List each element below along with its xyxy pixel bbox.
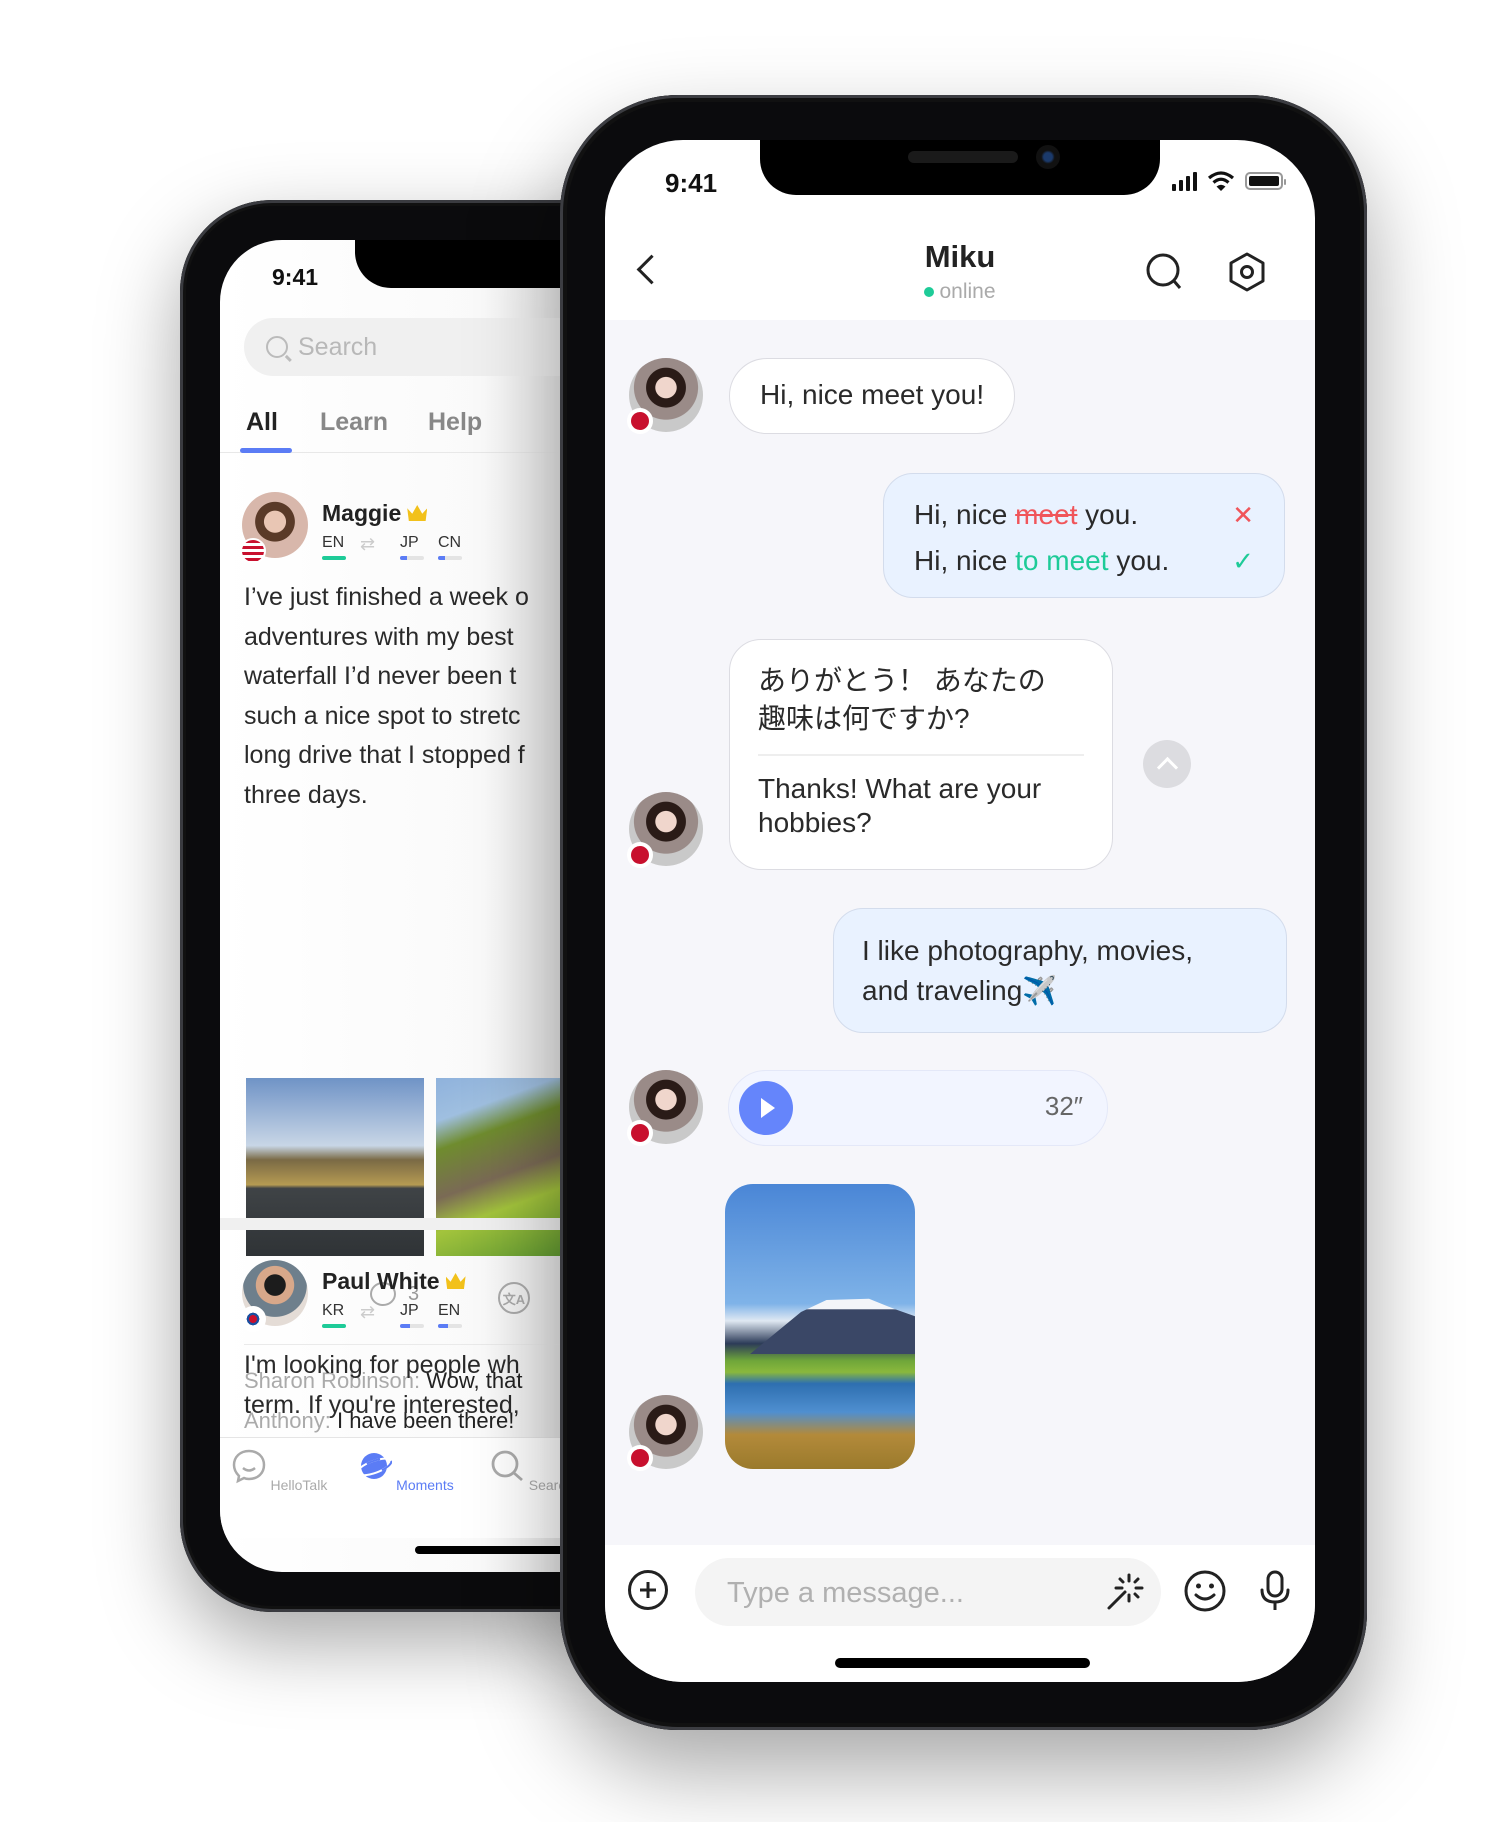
jp-flag-icon <box>627 1445 653 1471</box>
native-level-bar <box>322 1324 346 1328</box>
status-time: 9:41 <box>665 168 718 198</box>
learning-level-bar <box>438 1324 462 1328</box>
exchange-icon: ⇄ <box>360 534 376 554</box>
status-icons <box>1172 170 1286 192</box>
contact-avatar[interactable] <box>627 358 703 434</box>
jp-flag-icon <box>627 842 653 868</box>
camera <box>1036 145 1060 169</box>
learning-language: CN <box>438 534 462 551</box>
language-levels: EN ⇄ JP CN <box>322 534 522 564</box>
native-language: EN <box>322 534 345 551</box>
learning-level-bar <box>438 556 462 560</box>
message-input-wrapper <box>695 1558 1161 1628</box>
corrected-line: Hi, nice to meet you. <box>914 545 1170 576</box>
play-icon[interactable] <box>739 1081 793 1135</box>
native-language: KR <box>322 1302 345 1319</box>
contact-name: Miku <box>924 239 996 274</box>
correct-icon: ✓ <box>1232 546 1254 576</box>
author-name[interactable]: Maggie <box>322 500 428 527</box>
settings-icon[interactable] <box>1227 252 1267 292</box>
message-list: Hi, nice meet you! Hi, nice meet you. ✕ … <box>605 320 1315 1545</box>
wifi-icon <box>1207 171 1235 191</box>
search-icon <box>491 1450 523 1482</box>
active-tab-indicator <box>240 448 292 453</box>
outgoing-message[interactable]: I like photography, movies, and travelin… <box>833 908 1287 1033</box>
wrong-icon: ✕ <box>1232 500 1254 530</box>
battery-icon <box>1245 172 1286 190</box>
planet-icon <box>356 1453 393 1479</box>
chat-phone: 9:41 Miku online Hi, nice meet you! Hi, … <box>560 95 1367 1730</box>
correction-message[interactable]: Hi, nice meet you. ✕ Hi, nice to meet yo… <box>883 473 1285 598</box>
translation-text: Thanks! What are your hobbies? <box>758 773 1042 838</box>
crown-icon <box>407 505 428 521</box>
magic-wand-icon[interactable] <box>1105 1572 1145 1612</box>
tab-learn[interactable]: Learn <box>320 408 388 437</box>
tab-all[interactable]: All <box>246 408 278 437</box>
contact-avatar[interactable] <box>627 792 703 868</box>
image-message[interactable] <box>725 1184 915 1469</box>
search-icon[interactable] <box>1145 252 1185 292</box>
search-placeholder: Search <box>298 332 378 361</box>
chat-bubble-icon <box>232 1449 265 1484</box>
translated-message[interactable]: ありがとう！ あなたの 趣味は何ですか? Thanks! What are you… <box>729 639 1113 870</box>
tab-help[interactable]: Help <box>428 408 482 437</box>
contact-avatar[interactable] <box>627 1070 703 1146</box>
signal-icon <box>1172 171 1197 191</box>
crown-icon <box>445 1273 466 1289</box>
search-icon <box>266 336 288 358</box>
translation-divider <box>758 754 1084 756</box>
learning-language: EN <box>438 1302 461 1319</box>
message-input[interactable] <box>725 1558 1069 1628</box>
exchange-icon: ⇄ <box>360 1302 376 1322</box>
voice-message[interactable]: 32″ <box>728 1070 1108 1146</box>
chat-screen: 9:41 Miku online Hi, nice meet you! Hi, … <box>605 140 1315 1682</box>
post-text: I'm looking for people wh term. If you'r… <box>244 1351 520 1419</box>
original-line: Hi, nice meet you. <box>914 499 1139 530</box>
speaker <box>908 151 1018 163</box>
kr-flag-icon <box>240 1306 266 1332</box>
notch <box>760 140 1160 195</box>
language-levels: KR ⇄ JP EN <box>322 1302 522 1332</box>
online-dot <box>924 287 935 298</box>
learning-level-bar <box>400 556 424 560</box>
mountain-shape <box>750 1298 915 1354</box>
jp-flag-icon <box>627 408 653 434</box>
microphone-icon[interactable] <box>1253 1569 1297 1613</box>
native-level-bar <box>322 556 346 560</box>
learning-language: JP <box>400 534 419 551</box>
nav-hellotalk[interactable]: HelloTalk <box>224 1448 334 1493</box>
learning-level-bar <box>400 1324 424 1328</box>
home-indicator <box>835 1658 1090 1668</box>
post-text: I’ve just finished a week o adventures w… <box>244 583 529 809</box>
chat-header: Miku online <box>605 225 1315 320</box>
incoming-message[interactable]: Hi, nice meet you! <box>729 358 1016 434</box>
contact-avatar[interactable] <box>627 1395 703 1471</box>
voice-duration: 32″ <box>1044 1091 1083 1121</box>
status-time: 9:41 <box>272 264 319 290</box>
nav-moments[interactable]: Moments <box>350 1448 460 1493</box>
emoji-icon[interactable] <box>1183 1569 1227 1613</box>
contact-status: online <box>605 280 1315 304</box>
original-text: ありがとう！ あなたの 趣味は何ですか? <box>758 665 1046 734</box>
us-flag-icon <box>240 538 266 564</box>
jp-flag-icon <box>627 1120 653 1146</box>
collapse-translation-button[interactable] <box>1143 740 1191 788</box>
author-name[interactable]: Paul White <box>322 1268 466 1295</box>
add-icon[interactable] <box>628 1570 668 1610</box>
learning-language: JP <box>400 1302 419 1319</box>
